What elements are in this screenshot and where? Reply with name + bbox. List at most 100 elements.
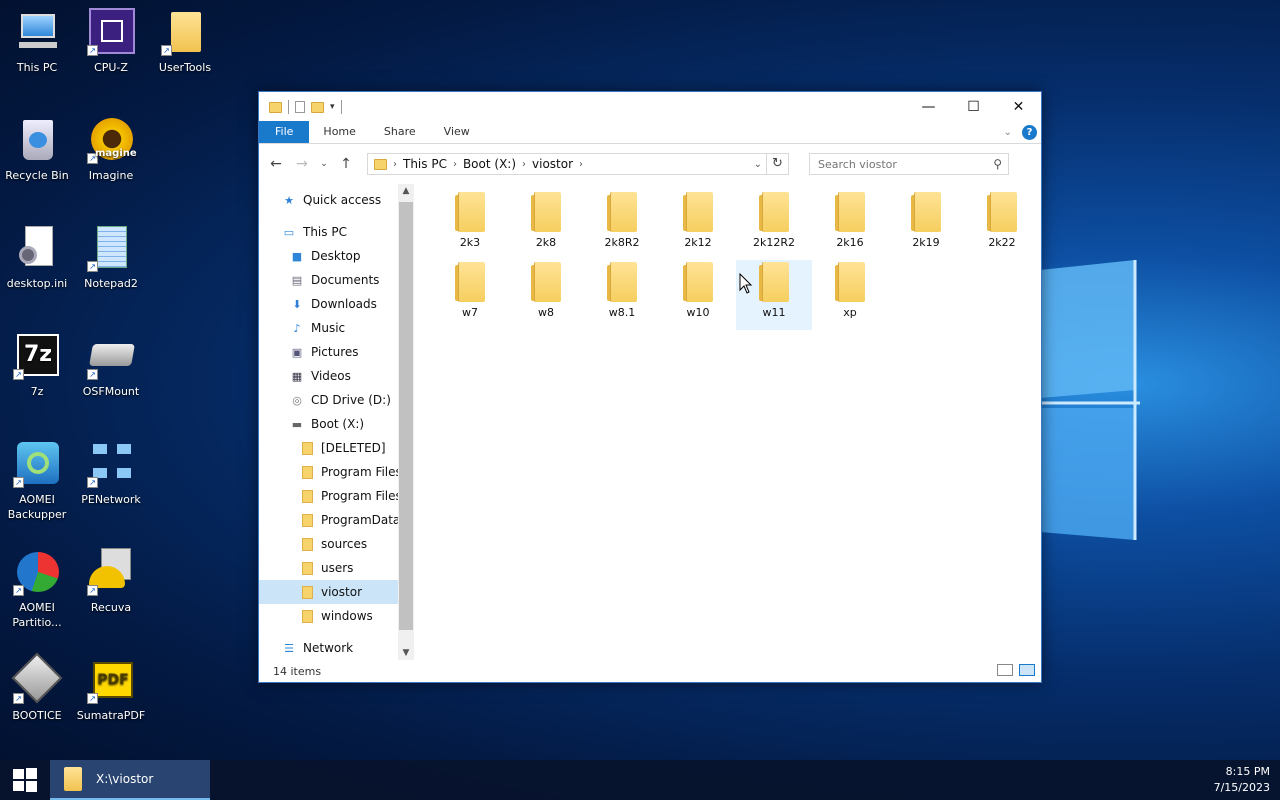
folder-w10[interactable]: w10 — [660, 260, 736, 330]
help-icon[interactable]: ? — [1022, 125, 1037, 140]
nav-scrollbar[interactable]: ▲ ▼ — [398, 184, 414, 660]
desktop-icon-bootice[interactable]: ↗ BOOTICE — [0, 652, 74, 723]
nav-item-deleted[interactable]: [DELETED] — [259, 436, 414, 460]
desktop-icon: ■ — [291, 249, 303, 263]
pdf-icon: PDF ↗ — [87, 656, 135, 704]
desktop-icon-aomei-partitio[interactable]: ↗ AOMEI Partitio... — [0, 548, 74, 630]
main-area: ★ Quick access ▭ This PC ■ Desktop ▤ Documents ⬇… — [259, 184, 1041, 660]
documents-icon: ▤ — [291, 273, 303, 287]
recent-locations-button[interactable]: ⌄ — [317, 153, 331, 175]
details-view-button[interactable] — [997, 664, 1013, 676]
desktop-icon-recycle-bin[interactable]: Recycle Bin — [0, 116, 74, 183]
folder-xp[interactable]: xp — [812, 260, 888, 330]
breadcrumb-viostor[interactable]: viostor — [532, 157, 573, 171]
nav-item-quick-access[interactable]: ★ Quick access — [259, 188, 414, 212]
nav-item-music[interactable]: ♪ Music — [259, 316, 414, 340]
chevron-down-icon[interactable]: ⌄ — [754, 159, 762, 170]
chevron-right-icon[interactable]: › — [522, 159, 526, 170]
clock-date: 7/15/2023 — [1213, 781, 1270, 794]
ribbon-right: ⌄ ? — [1004, 125, 1037, 140]
minimize-button[interactable]: — — [906, 92, 951, 122]
nav-item-viostor[interactable]: viostor — [259, 580, 414, 604]
desktop-icon-label: UserTools — [158, 61, 212, 74]
folder-w7[interactable]: w7 — [432, 260, 508, 330]
maximize-button[interactable]: ☐ — [951, 92, 996, 122]
desktop-icon-recuva[interactable]: ↗ Recuva — [74, 548, 148, 615]
desktop-icon-cpu-z[interactable]: ↗ CPU-Z — [74, 8, 148, 75]
expand-ribbon-icon[interactable]: ⌄ — [1004, 127, 1012, 138]
desktop-icon-sumatrapdf[interactable]: PDF ↗ SumatraPDF — [74, 656, 148, 723]
customize-toolbar-icon[interactable]: ▾ — [330, 102, 335, 112]
desktop-icon-aomei-backupper[interactable]: ↗ AOMEI Backupper — [0, 440, 74, 522]
folder-2k3[interactable]: 2k3 — [432, 190, 508, 260]
chevron-right-icon[interactable]: › — [579, 159, 583, 170]
desktop-icon-7z[interactable]: 7z ↗ 7z — [0, 332, 74, 399]
large-icons-view-button[interactable] — [1019, 664, 1035, 676]
scroll-up-arrow[interactable]: ▲ — [398, 186, 414, 196]
start-button[interactable] — [0, 760, 50, 800]
search-input[interactable] — [818, 157, 978, 171]
nav-item-desktop[interactable]: ■ Desktop — [259, 244, 414, 268]
nav-item-sources[interactable]: sources — [259, 532, 414, 556]
desktop-icon-notepad2[interactable]: ↗ Notepad2 — [74, 224, 148, 291]
scrollbar-thumb[interactable] — [399, 202, 413, 630]
scroll-down-arrow[interactable]: ▼ — [398, 648, 414, 658]
desktop-icon-usertools[interactable]: ↗ UserTools — [148, 8, 222, 75]
forward-button[interactable]: → — [291, 153, 313, 175]
system-clock[interactable]: 8:15 PM 7/15/2023 — [1214, 764, 1270, 796]
search-icon[interactable]: ⚲ — [993, 157, 1002, 171]
nav-item-program-files[interactable]: Program Files ( — [259, 484, 414, 508]
chevron-right-icon[interactable]: › — [453, 159, 457, 170]
tab-share[interactable]: Share — [370, 121, 430, 143]
tab-view[interactable]: View — [430, 121, 484, 143]
up-button[interactable]: ↑ — [335, 153, 357, 175]
breadcrumb-this-pc[interactable]: This PC — [403, 157, 447, 171]
view-buttons — [997, 664, 1035, 676]
nav-item-program-files[interactable]: Program Files — [259, 460, 414, 484]
taskbar-item-explorer[interactable]: X:\viostor — [50, 760, 210, 800]
nav-item-this-pc[interactable]: ▭ This PC — [259, 220, 414, 244]
folder-2k19[interactable]: 2k19 — [888, 190, 964, 260]
folder-2k12r2[interactable]: 2k12R2 — [736, 190, 812, 260]
window-controls: — ☐ ✕ — [906, 92, 1041, 122]
nav-item-users[interactable]: users — [259, 556, 414, 580]
nav-item-programdata[interactable]: ProgramData — [259, 508, 414, 532]
network-icon: ↗ — [87, 440, 135, 488]
chevron-right-icon[interactable]: › — [393, 159, 397, 170]
nav-item-videos[interactable]: ▦ Videos — [259, 364, 414, 388]
nav-item-boot-x[interactable]: ▬ Boot (X:) — [259, 412, 414, 436]
desktop-icon-osfmount[interactable]: ↗ OSFMount — [74, 332, 148, 399]
folder-2k8[interactable]: 2k8 — [508, 190, 584, 260]
desktop-icon-penetwork[interactable]: ↗ PENetwork — [74, 440, 148, 507]
folder-2k8r2[interactable]: 2k8R2 — [584, 190, 660, 260]
breadcrumb-boot[interactable]: Boot (X:) — [463, 157, 516, 171]
new-folder-icon[interactable] — [311, 101, 324, 113]
back-button[interactable]: ← — [265, 153, 287, 175]
download-icon: ⬇ — [292, 297, 302, 311]
folder-2k12[interactable]: 2k12 — [660, 190, 736, 260]
nav-item-network[interactable]: ☰ Network — [259, 636, 414, 660]
address-bar[interactable]: › This PC › Boot (X:) › viostor › ⌄ ↻ — [367, 153, 789, 175]
desktop-icon-label: Recycle Bin — [5, 169, 69, 182]
nav-item-windows[interactable]: windows — [259, 604, 414, 628]
tab-file[interactable]: File — [259, 121, 310, 143]
desktop-icon-this-pc[interactable]: This PC — [0, 8, 74, 75]
nav-item-cd-drive-d[interactable]: ◎ CD Drive (D:) — [259, 388, 414, 412]
folder-2k22[interactable]: 2k22 — [964, 190, 1040, 260]
nav-item-pictures[interactable]: ▣ Pictures — [259, 340, 414, 364]
folder-w8[interactable]: w8 — [508, 260, 584, 330]
nav-item-label: Network — [303, 641, 354, 655]
tab-home[interactable]: Home — [309, 121, 369, 143]
folder-w8-1[interactable]: w8.1 — [584, 260, 660, 330]
nav-item-documents[interactable]: ▤ Documents — [259, 268, 414, 292]
folder-icon — [759, 192, 789, 232]
close-button[interactable]: ✕ — [996, 92, 1041, 122]
folder-w11[interactable]: w11 — [736, 260, 812, 330]
folder-label: w8.1 — [608, 306, 636, 319]
folder-2k16[interactable]: 2k16 — [812, 190, 888, 260]
desktop-icon-desktop-ini[interactable]: desktop.ini — [0, 224, 74, 291]
nav-item-downloads[interactable]: ⬇ Downloads — [259, 292, 414, 316]
refresh-button[interactable]: ↻ — [766, 154, 788, 174]
desktop-icon-imagine[interactable]: ↗ magine Imagine — [74, 116, 148, 183]
properties-icon[interactable] — [295, 101, 305, 113]
